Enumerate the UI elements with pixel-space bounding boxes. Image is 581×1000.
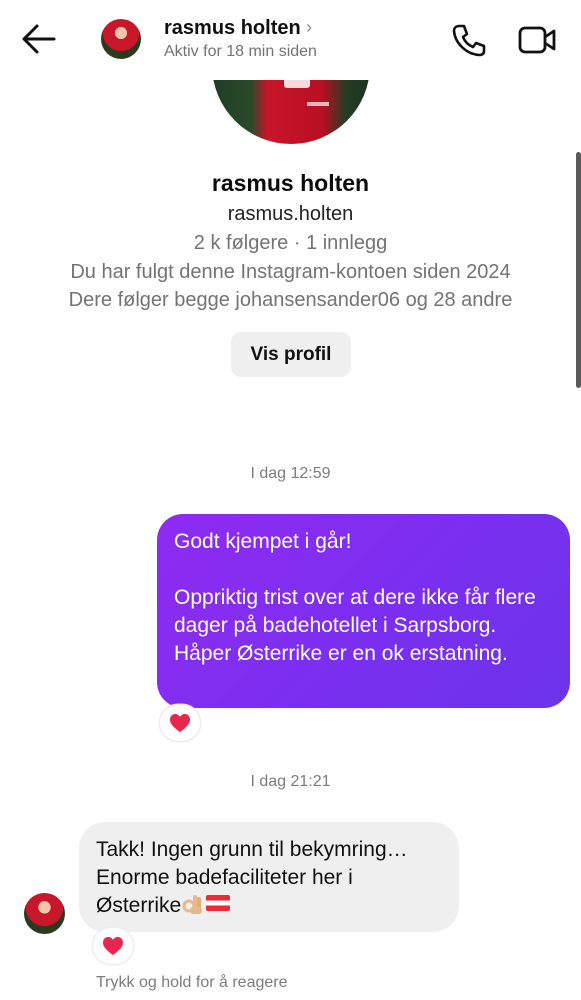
outgoing-message-text: Godt kjempet i går! Oppriktig trist over…	[174, 530, 536, 665]
followed-since-text: Du har fulgt denne Instagram-kontoen sid…	[70, 261, 511, 283]
heart-icon	[170, 714, 190, 732]
profile-stats: 2 k følgere · 1 innlegg	[193, 232, 388, 254]
chat-header: rasmus holten › Aktiv for 18 min siden	[0, 0, 581, 80]
heart-icon	[103, 937, 123, 955]
ok-hand-emoji-icon	[182, 895, 203, 914]
active-status: Aktiv for 18 min siden	[164, 43, 317, 60]
sender-avatar[interactable]	[24, 893, 65, 934]
incoming-message-bubble[interactable]: Takk! Ingen grunn til bekymring… Enorme …	[79, 822, 459, 932]
outgoing-message-bubble[interactable]: Godt kjempet i går! Oppriktig trist over…	[157, 514, 570, 708]
chevron-right-icon[interactable]: ›	[306, 17, 312, 38]
phone-icon[interactable]	[451, 23, 487, 57]
view-profile-button[interactable]: Vis profil	[231, 332, 351, 377]
heart-reaction[interactable]	[93, 928, 133, 964]
message-timestamp: I dag 12:59	[250, 465, 331, 482]
message-timestamp: I dag 21:21	[250, 773, 331, 790]
profile-username: rasmus.holten	[227, 203, 354, 225]
scrollbar[interactable]	[576, 152, 581, 388]
mutual-followers-text: Dere følger begge johansensander06 og 28…	[68, 289, 513, 311]
header-name[interactable]: rasmus holten	[164, 17, 301, 40]
heart-reaction[interactable]	[160, 705, 200, 741]
header-avatar[interactable]	[101, 19, 141, 59]
react-hint-text: Trykk og hold for å reagere	[96, 974, 288, 991]
video-camera-icon[interactable]	[517, 24, 557, 56]
incoming-message-text: Takk! Ingen grunn til bekymring… Enorme …	[96, 838, 408, 917]
profile-name: rasmus holten	[211, 170, 370, 196]
back-arrow-icon[interactable]	[20, 22, 58, 56]
austria-flag-icon	[206, 895, 231, 911]
